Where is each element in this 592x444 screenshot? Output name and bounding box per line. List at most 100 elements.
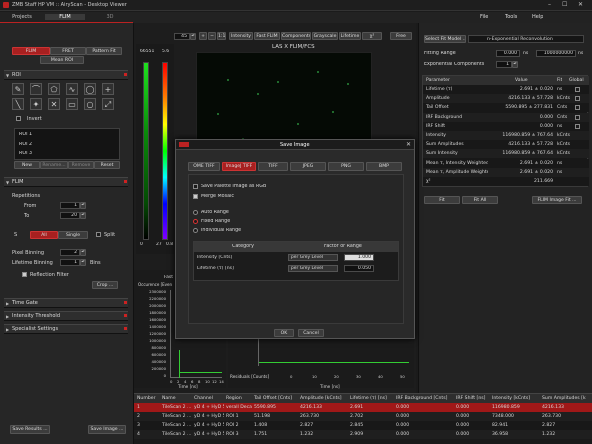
- roi-remove-button[interactable]: Remove: [68, 161, 94, 169]
- pixel-binning-field[interactable]: 2: [60, 249, 80, 256]
- reflection-filter-checkbox[interactable]: [22, 272, 27, 277]
- roi-list[interactable]: ROI 1 ROI 2 ROI 3: [14, 128, 120, 160]
- zoom-out-button[interactable]: −: [208, 32, 216, 40]
- list-item[interactable]: ROI 2: [19, 142, 32, 147]
- fit-all-button[interactable]: Fit All: [462, 196, 498, 204]
- table-row[interactable]: 1 TileScan 2 ... yD 4 + HyD 5 verall Decay 5…: [134, 403, 592, 412]
- table-row[interactable]: 4 TileScan 2 ... yD 4 + HyD 5 ROI 3 1.751 1.2…: [134, 430, 592, 439]
- range-from-field[interactable]: 0.000: [496, 50, 520, 57]
- table-row[interactable]: Sum Amplitudes 4216.133 ± 57.728 kCnts: [423, 140, 589, 150]
- zoom-in-button[interactable]: +: [199, 32, 207, 40]
- tab-tiff[interactable]: TIFF: [258, 162, 288, 171]
- maximize-icon[interactable]: ☐: [562, 1, 567, 8]
- pixel-binning-stepper[interactable]: ▴▾: [80, 249, 86, 256]
- circle-tool-icon[interactable]: ○: [84, 98, 96, 110]
- grayscale-view-button[interactable]: Grayscale: [312, 32, 338, 40]
- table-row[interactable]: IRF Background 0.000 Cnts: [423, 112, 589, 122]
- lifetime-colorbar[interactable]: [162, 62, 168, 240]
- range-mode-select[interactable]: per Grey Level: [288, 254, 338, 261]
- tab-projects[interactable]: Projects: [4, 14, 40, 20]
- table-row[interactable]: Amplitude 4216.133 ± 57.728 kCnts: [423, 94, 589, 104]
- fit-checkbox[interactable]: [575, 96, 580, 102]
- intensity-view-button[interactable]: Intensity: [229, 32, 253, 40]
- lifetime-binning-field[interactable]: 1: [60, 259, 80, 266]
- roi-new-button[interactable]: New: [14, 161, 40, 169]
- to-stepper[interactable]: ▴▾: [80, 212, 86, 219]
- lifetime-binning-stepper[interactable]: ▴▾: [80, 259, 86, 266]
- list-item[interactable]: ROI 3: [19, 151, 32, 156]
- fast-flim-view-button[interactable]: Fast FLIM: [254, 32, 280, 40]
- residuals-plot[interactable]: Residuals [Counts] 0 10 20 30 40 50: [228, 332, 414, 388]
- minimize-icon[interactable]: –: [548, 1, 551, 8]
- table-row[interactable]: 2 TileScan 2 ... yD 4 + HyD 5 ROI 1 51.198 26…: [134, 412, 592, 421]
- menu-file[interactable]: File: [480, 14, 488, 20]
- range-to-field[interactable]: 1000000000: [536, 50, 576, 57]
- crop-button[interactable]: Crop ...: [92, 281, 118, 289]
- select-fit-model-button[interactable]: Select Fit Model ...: [424, 35, 466, 43]
- table-row[interactable]: 3 TileScan 2 ... yD 4 + HyD 5 ROI 2 1.408 2.8…: [134, 421, 592, 430]
- table-row[interactable]: Mean τ, Amplitude Weighted 2.691 ± 0.020 n…: [423, 167, 589, 177]
- all-button[interactable]: All: [30, 231, 58, 239]
- line-tool-icon[interactable]: ╲: [12, 98, 24, 110]
- from-stepper[interactable]: ▴▾: [80, 202, 86, 209]
- tab-jpeg[interactable]: JPEG: [290, 162, 326, 171]
- zoom-field[interactable]: 45: [174, 33, 190, 40]
- invert-checkbox[interactable]: [16, 116, 21, 121]
- components-view-button[interactable]: Components: [281, 32, 311, 40]
- flim-section-header[interactable]: ▼ FLIM: [4, 177, 128, 187]
- save-palette-checkbox[interactable]: [193, 184, 198, 189]
- fret-mode-button[interactable]: FRET: [50, 47, 86, 55]
- exp-components-stepper[interactable]: ▴▾: [512, 61, 518, 68]
- menu-help[interactable]: Help: [532, 14, 543, 20]
- tab-imagej-tiff[interactable]: ImageJ TIFF: [222, 162, 256, 171]
- ok-button[interactable]: OK: [274, 329, 294, 337]
- range-value-field[interactable]: 0.050: [344, 265, 374, 272]
- chi-square-view-button[interactable]: χ²: [362, 32, 382, 40]
- add-tool-icon[interactable]: +: [102, 83, 114, 95]
- flim-mode-button[interactable]: FLIM: [12, 47, 50, 55]
- auto-range-radio[interactable]: [193, 210, 198, 215]
- fit-checkbox[interactable]: [575, 114, 580, 120]
- dialog-close-icon[interactable]: ✕: [406, 141, 411, 148]
- merge-mosaic-checkbox[interactable]: [193, 194, 198, 199]
- fit-checkbox[interactable]: [575, 87, 580, 92]
- specialist-settings-header[interactable]: ▶ Specialist Settings: [4, 324, 128, 334]
- range-value-field[interactable]: 1.000: [344, 254, 374, 261]
- cancel-button[interactable]: Cancel: [298, 329, 324, 337]
- table-row[interactable]: χ² 211.669: [423, 177, 589, 186]
- wand-tool-icon[interactable]: ✦: [30, 98, 42, 110]
- freehand-tool-icon[interactable]: ∿: [66, 83, 78, 95]
- table-row[interactable]: Intensity 116980.859 ± 767.64 kCnts: [423, 131, 589, 140]
- intensity-colorbar[interactable]: [143, 62, 149, 240]
- menu-tools[interactable]: Tools: [505, 14, 517, 20]
- table-row[interactable]: Lifetime (τ) 2.691 ± 0.020 ns: [423, 85, 589, 94]
- table-row[interactable]: Sum Intensity 116980.859 ± 767.64 kCnts: [423, 149, 589, 159]
- ellipse-tool-icon[interactable]: ◯: [84, 83, 96, 95]
- fit-view-button[interactable]: 1:1: [217, 32, 226, 40]
- from-field[interactable]: 1: [60, 202, 80, 209]
- save-results-button[interactable]: Save Results ...: [10, 425, 50, 434]
- fit-checkbox[interactable]: [575, 105, 580, 111]
- tab-flim[interactable]: FLIM: [45, 14, 85, 20]
- fit-checkbox[interactable]: [575, 123, 580, 129]
- flim-image-fit-button[interactable]: FLIM Image Fit ...: [532, 196, 582, 204]
- table-row[interactable]: Mean τ, Intensity Weighted 2.691 ± 0.020 n…: [423, 158, 589, 168]
- exp-components-field[interactable]: 1: [496, 61, 512, 68]
- move-tool-icon[interactable]: ⤢: [102, 98, 114, 110]
- polygon-tool-icon[interactable]: ⬠: [48, 83, 60, 95]
- lifetime-view-button[interactable]: Lifetime: [339, 32, 361, 40]
- intensity-threshold-header[interactable]: ▶ Intensity Threshold: [4, 311, 128, 321]
- individual-range-radio[interactable]: [193, 228, 198, 233]
- mean-roi-button[interactable]: Mean ROI: [40, 56, 84, 64]
- roi-section-header[interactable]: ▼ ROI: [4, 70, 128, 80]
- fixed-range-radio[interactable]: [193, 219, 198, 224]
- tab-3d[interactable]: 3D: [95, 14, 125, 20]
- rectangle-tool-icon[interactable]: ▭: [66, 98, 78, 110]
- zoom-stepper[interactable]: ▴▾: [190, 33, 196, 40]
- brush-tool-icon[interactable]: ✎: [12, 83, 24, 95]
- time-gate-header[interactable]: ▶ Time Gate: [4, 298, 128, 308]
- range-mode-select[interactable]: per Grey Level: [288, 265, 338, 272]
- fit-button[interactable]: Fit: [424, 196, 460, 204]
- tab-bmp[interactable]: BMP: [366, 162, 402, 171]
- to-field[interactable]: 20: [60, 212, 80, 219]
